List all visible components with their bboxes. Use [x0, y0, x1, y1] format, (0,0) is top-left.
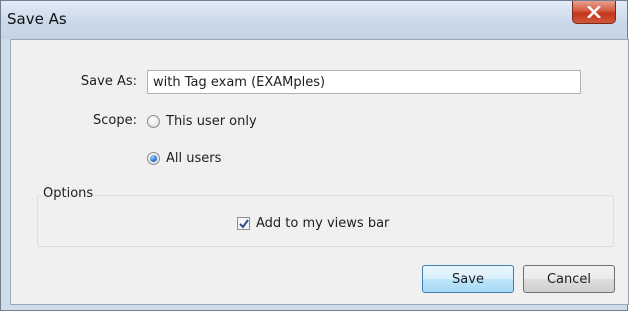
radio-this-user-only[interactable]	[147, 114, 160, 128]
scope-option-this-user[interactable]: This user only	[147, 112, 257, 130]
title-bar[interactable]: Save As	[1, 1, 627, 39]
add-to-views-bar-option[interactable]: Add to my views bar	[237, 214, 389, 232]
close-icon	[587, 6, 601, 18]
radio-this-user-only-label: This user only	[166, 113, 257, 129]
checkmark-icon	[239, 218, 249, 229]
add-to-views-bar-label: Add to my views bar	[256, 215, 390, 231]
save-button[interactable]: Save	[422, 265, 514, 293]
close-button[interactable]	[572, 1, 616, 24]
options-group-legend: Options	[41, 186, 96, 201]
dialog-title: Save As	[7, 10, 67, 28]
scope-label: Scope:	[93, 113, 137, 128]
add-to-views-bar-checkbox[interactable]	[237, 216, 250, 230]
dialog-body: Save As: Scope: This user only All users…	[10, 39, 629, 305]
save-as-dialog: Save As Save As: Scope: This user only A…	[0, 0, 629, 311]
radio-all-users-label: All users	[166, 150, 222, 166]
save-as-label: Save As:	[80, 74, 137, 89]
scope-option-all-users[interactable]: All users	[147, 149, 221, 167]
radio-all-users[interactable]	[147, 151, 160, 165]
save-as-name-input[interactable]	[147, 70, 581, 94]
cancel-button[interactable]: Cancel	[523, 265, 615, 293]
